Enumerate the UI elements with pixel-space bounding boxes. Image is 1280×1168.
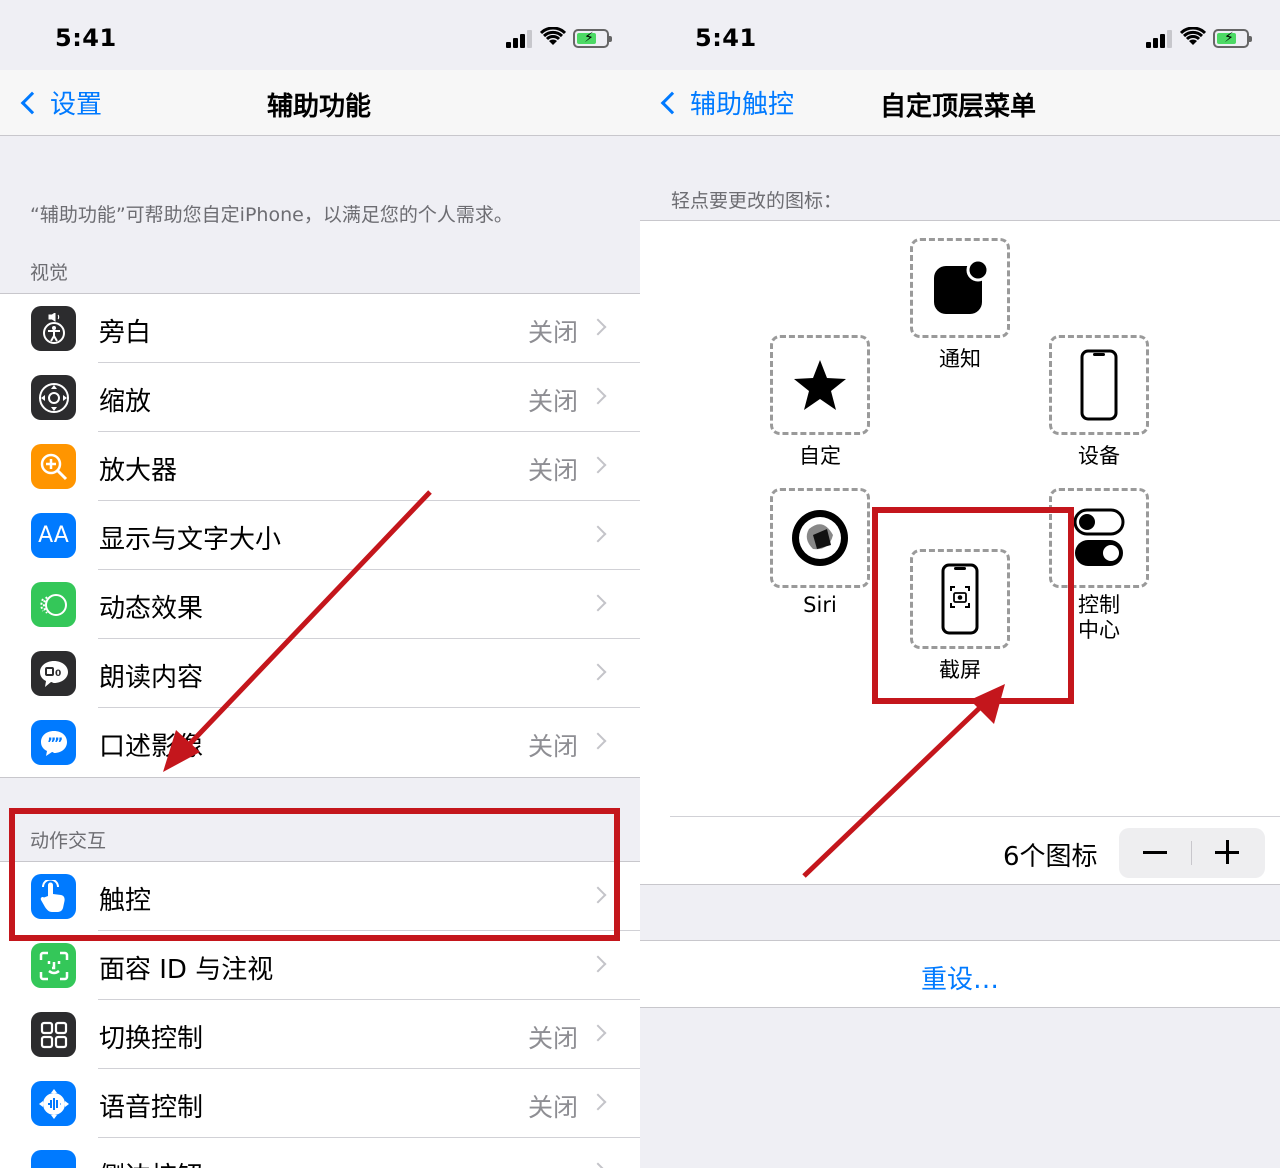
- row-value: 关闭: [527, 387, 578, 416]
- text-size-icon: AA: [31, 513, 76, 558]
- row-audio-description[interactable]: ”” 口述影像 关闭: [0, 708, 640, 777]
- row-voice-control[interactable]: 语音控制 关闭: [0, 1069, 640, 1138]
- nav-bar: 设置 辅助功能: [0, 70, 640, 136]
- vision-group: 旁白 关闭 缩放 关闭 放大器 关闭 AA 显示与文字大小 动态效果 0 朗读内…: [0, 293, 640, 778]
- cellular-signal-icon: [1146, 30, 1174, 48]
- chevron-right-icon: [589, 1093, 607, 1111]
- battery-charging-icon: ⚡: [1213, 29, 1252, 48]
- chevron-right-icon: [589, 1162, 607, 1168]
- device-icon: [1080, 349, 1118, 421]
- chevron-right-icon: [589, 594, 607, 612]
- row-value: 关闭: [527, 1093, 578, 1122]
- status-time: 5:41: [695, 24, 757, 52]
- tap-instruction: 轻点要更改的图标：: [671, 190, 843, 212]
- chevron-left-icon: [660, 91, 684, 114]
- chevron-right-icon: [589, 1024, 607, 1042]
- magnifier-icon: [31, 444, 76, 489]
- slot-siri[interactable]: [770, 488, 870, 588]
- nav-bar: 辅助触控 自定顶层菜单: [640, 70, 1280, 136]
- row-value: 关闭: [527, 456, 578, 485]
- page-title: 自定顶层菜单: [880, 92, 1037, 122]
- battery-charging-icon: ⚡: [573, 29, 612, 48]
- reset-label: 重设…: [920, 965, 999, 995]
- icon-count-label: 6个图标: [1003, 842, 1098, 872]
- row-spoken-content[interactable]: 0 朗读内容: [0, 639, 640, 708]
- wifi-icon: [1180, 27, 1206, 45]
- chevron-right-icon: [589, 387, 607, 405]
- voiceover-icon: [31, 306, 76, 351]
- slot-label-siri: Siri: [803, 593, 837, 617]
- voice-control-icon: [31, 1081, 76, 1126]
- slot-label-device: 设备: [1078, 444, 1120, 468]
- row-value: 关闭: [527, 318, 578, 347]
- status-bar: 5:41 ⚡: [640, 0, 1280, 70]
- row-value: 关闭: [527, 732, 578, 761]
- slot-device[interactable]: [1049, 335, 1149, 435]
- row-motion[interactable]: 动态效果: [0, 570, 640, 639]
- svg-text:0: 0: [55, 669, 61, 679]
- side-button-icon: [31, 1150, 76, 1168]
- annotation-highlight-box: [9, 808, 620, 941]
- row-voiceover[interactable]: 旁白 关闭: [0, 294, 640, 363]
- row-switch-control[interactable]: 切换控制 关闭: [0, 1000, 640, 1069]
- accessibility-screen: 5:41 ⚡ 设置 辅助功能 “辅助功能”可帮助您自定iPhone，以满足您的个…: [0, 0, 640, 1168]
- row-label: 旁白: [99, 318, 152, 348]
- control-center-icon: [1073, 508, 1125, 566]
- zoom-icon: [31, 375, 76, 420]
- back-button[interactable]: 设置: [18, 84, 102, 121]
- row-magnifier[interactable]: 放大器 关闭: [0, 432, 640, 501]
- row-display-text-size[interactable]: AA 显示与文字大小: [0, 501, 640, 570]
- row-label: 口述影像: [99, 732, 204, 762]
- slot-custom[interactable]: [770, 335, 870, 435]
- row-label: 缩放: [99, 387, 152, 417]
- status-time: 5:41: [55, 24, 117, 52]
- back-label: 设置: [50, 90, 103, 120]
- annotation-highlight-box: [872, 507, 1074, 704]
- motion-icon: [31, 582, 76, 627]
- row-label: 显示与文字大小: [99, 525, 282, 555]
- slot-label-notification: 通知: [939, 347, 981, 371]
- face-id-icon: [31, 943, 76, 988]
- customize-top-menu-screen: 5:41 ⚡ 辅助触控 自定顶层菜单 轻点要更改的图标： 通知 自定 设备 Si…: [640, 0, 1280, 1168]
- audio-description-icon: ””: [31, 720, 76, 765]
- row-label: 切换控制: [99, 1024, 204, 1054]
- back-label: 辅助触控: [690, 90, 795, 120]
- notification-icon: [934, 258, 990, 314]
- svg-text:”: ”: [54, 736, 63, 752]
- row-label: 面容 ID 与注视: [99, 955, 274, 985]
- row-zoom[interactable]: 缩放 关闭: [0, 363, 640, 432]
- row-face-id[interactable]: 面容 ID 与注视: [0, 931, 640, 1000]
- spoken-content-icon: 0: [31, 651, 76, 696]
- decrement-button[interactable]: [1143, 851, 1167, 854]
- row-value: 关闭: [527, 1024, 578, 1053]
- row-label: 动态效果: [99, 594, 204, 624]
- icon-count-stepper[interactable]: [1119, 828, 1265, 878]
- chevron-right-icon: [589, 318, 607, 336]
- switch-control-icon: [31, 1012, 76, 1057]
- reset-button[interactable]: 重设…: [640, 940, 1280, 1008]
- chevron-right-icon: [589, 955, 607, 973]
- chevron-left-icon: [20, 91, 44, 114]
- row-label: 朗读内容: [99, 663, 204, 693]
- cellular-signal-icon: [506, 30, 534, 48]
- row-label: 放大器: [99, 456, 178, 486]
- accessibility-description: “辅助功能”可帮助您自定iPhone，以满足您的个人需求。: [30, 204, 513, 226]
- status-bar: 5:41 ⚡: [0, 0, 640, 70]
- chevron-right-icon: [589, 456, 607, 474]
- chevron-right-icon: [589, 732, 607, 750]
- chevron-right-icon: [589, 525, 607, 543]
- star-icon: [794, 360, 846, 410]
- section-header-vision: 视觉: [30, 262, 69, 284]
- chevron-right-icon: [589, 663, 607, 681]
- page-title: 辅助功能: [267, 92, 372, 122]
- back-button[interactable]: 辅助触控: [658, 84, 794, 121]
- row-label: 侧边按钮: [99, 1156, 203, 1168]
- wifi-icon: [540, 27, 566, 45]
- slot-label-custom: 自定: [799, 444, 841, 468]
- siri-icon: [792, 510, 848, 566]
- row-label: 语音控制: [99, 1093, 204, 1123]
- slot-notification[interactable]: [910, 238, 1010, 338]
- row-side-button[interactable]: 侧边按钮: [0, 1138, 640, 1168]
